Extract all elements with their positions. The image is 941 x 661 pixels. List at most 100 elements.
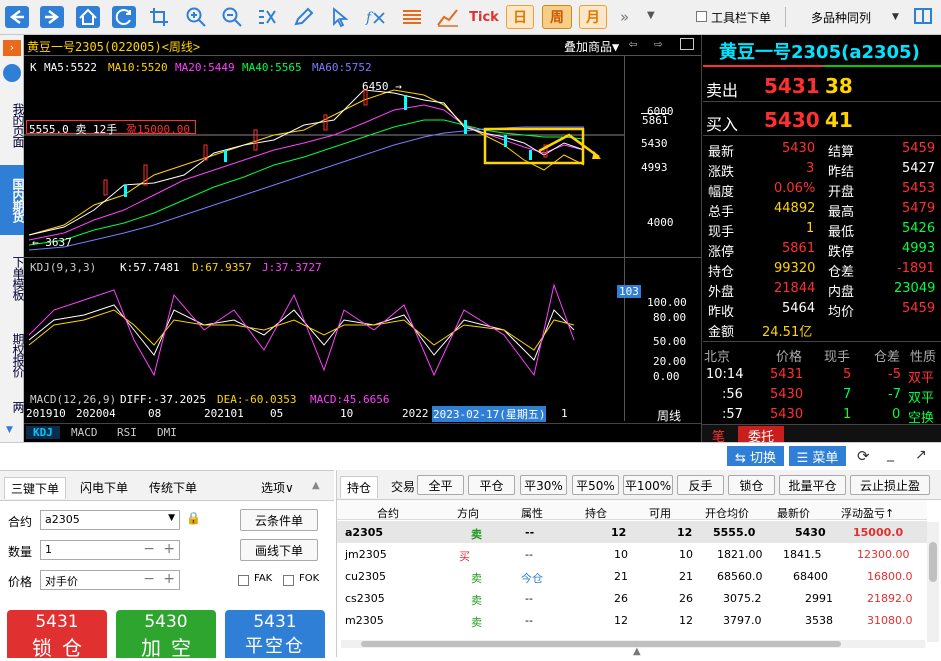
stat-label: 内盘	[828, 285, 855, 300]
stat-value: 1	[806, 221, 815, 236]
nav-options-quote[interactable]: 期权报价	[0, 325, 25, 385]
dropdown-arrow-icon[interactable]: ▼	[647, 10, 655, 21]
layout-icon[interactable]	[914, 8, 932, 24]
fak-checkbox[interactable]	[238, 575, 249, 586]
chart-prev-arrow-icon[interactable]: ⇦	[629, 36, 637, 52]
lock-button[interactable]: 锁仓	[728, 475, 775, 495]
tab-rsi[interactable]: RSI	[110, 426, 144, 439]
period-month-button[interactable]: 月	[579, 5, 607, 29]
tab-flash-order[interactable]: 闪电下单	[80, 479, 128, 496]
cloud-condition-button[interactable]: 云条件单	[240, 509, 318, 531]
multi-same-label[interactable]: 多品种同列	[811, 9, 871, 26]
period-day-button[interactable]: 日	[506, 5, 534, 29]
tab-trades[interactable]: 交易	[391, 478, 415, 495]
tab-kdj[interactable]: KDJ	[26, 426, 60, 439]
close-30-button[interactable]: 平30%	[520, 475, 567, 495]
tab-traditional-order[interactable]: 传统下单	[149, 479, 197, 496]
col-float-pnl[interactable]: 浮动盈亏↑	[841, 505, 894, 521]
close-100-button[interactable]: 平100%	[623, 475, 673, 495]
forward-icon[interactable]	[39, 5, 65, 29]
tab-macd[interactable]: MACD	[64, 426, 105, 439]
table-row[interactable]: cs2305 卖 -- 26 26 3075.2 2991 21892.0	[337, 587, 927, 609]
chart-next-arrow-icon[interactable]: ⇨	[654, 36, 662, 52]
toolbar-order-checkbox[interactable]	[696, 11, 707, 22]
contract-select[interactable]: a2305 ▼	[40, 510, 180, 530]
minimize-icon[interactable]: _	[887, 446, 894, 462]
back-icon[interactable]	[4, 5, 30, 29]
kdj-label: KDJ(9,3,3)	[30, 261, 97, 274]
tab-three-key-order[interactable]: 三键下单	[4, 477, 67, 499]
pen-icon[interactable]	[291, 5, 317, 29]
zoom-out-icon[interactable]	[219, 5, 245, 29]
lock-position-button[interactable]: 5431 锁仓	[7, 610, 107, 660]
close-button[interactable]: 平仓	[468, 475, 515, 495]
settings-gear-icon[interactable]	[3, 64, 21, 82]
expand-icon[interactable]: ↗	[915, 447, 927, 463]
nav-more[interactable]: 两	[0, 399, 25, 413]
minus-icon[interactable]: −	[143, 571, 155, 587]
refresh-small-icon[interactable]: ⟳	[857, 447, 870, 465]
multi-dropdown-icon[interactable]: ▼	[892, 12, 899, 22]
reverse-button[interactable]: 反手	[677, 475, 724, 495]
lock-icon[interactable]: 🔒	[186, 511, 201, 525]
tab-positions[interactable]: 持仓	[340, 476, 379, 498]
col-available[interactable]: 可用	[649, 505, 671, 521]
crop-icon[interactable]	[147, 5, 173, 29]
period-week-button[interactable]: 周	[542, 5, 572, 29]
close-short-button[interactable]: 5431 平空仓	[225, 610, 325, 658]
col-attribute[interactable]: 属性	[521, 505, 543, 521]
chart-area[interactable]: 黄豆一号2305(022005)<周线> 叠加商品▼ ⇦ ⇨ K MA5:552…	[24, 35, 701, 442]
draw-line-order-button[interactable]: 画线下单	[240, 539, 318, 561]
col-direction[interactable]: 方向	[457, 505, 479, 521]
tick-button[interactable]: Tick	[469, 5, 499, 29]
stat-value: 5453	[902, 181, 936, 196]
tab-dmi[interactable]: DMI	[150, 426, 184, 439]
position-profit-label: 盈15000.00	[126, 123, 190, 136]
add-short-button[interactable]: 5430 加空	[116, 610, 216, 660]
kline-icon[interactable]	[435, 5, 461, 29]
fok-checkbox[interactable]	[283, 575, 294, 586]
plus-icon[interactable]: +	[163, 541, 175, 557]
table-row[interactable]: a2305 卖 -- 12 12 5555.0 5430 15000.0	[337, 521, 927, 543]
table-row[interactable]: jm2305 买 -- 10 10 1821.00 1841.5 12300.0…	[337, 543, 927, 565]
menu-button[interactable]: ☰ 菜单	[789, 446, 846, 466]
overlay-dropdown[interactable]: 叠加商品▼	[564, 38, 619, 55]
zoom-in-icon[interactable]	[183, 5, 209, 29]
add-short-price: 5430	[144, 612, 188, 632]
nav-order-template[interactable]: 下单模板	[0, 247, 25, 309]
cell: 21	[679, 570, 693, 583]
col-last-price[interactable]: 最新价	[777, 505, 810, 521]
minus-icon[interactable]: −	[143, 541, 155, 557]
refresh-icon[interactable]	[111, 5, 137, 29]
nav-domestic-futures[interactable]: 国内期货	[0, 165, 25, 235]
table-row[interactable]: m2305 卖 -- 12 12 3797.0 3538 31080.0	[337, 609, 927, 631]
quantity-stepper[interactable]: 1 − +	[40, 540, 180, 560]
formula-icon[interactable]	[255, 5, 281, 29]
cloud-stop-button[interactable]: 云止损止盈	[850, 475, 930, 495]
vertical-scrollbar[interactable]	[927, 522, 939, 642]
collapse-arrow-icon[interactable]: ›	[3, 40, 21, 56]
close-50-button[interactable]: 平50%	[572, 475, 619, 495]
price-label: 价格	[8, 575, 33, 589]
col-holding[interactable]: 持仓	[585, 505, 607, 521]
nav-down-arrow-icon[interactable]: ▼	[6, 425, 13, 435]
collapse-up-icon[interactable]: ▲	[312, 480, 320, 491]
switch-button[interactable]: ⇆ 切换	[727, 446, 784, 466]
list-icon[interactable]	[399, 5, 425, 29]
options-dropdown[interactable]: 选项∨	[261, 479, 294, 496]
plus-icon[interactable]: +	[163, 571, 175, 587]
batch-close-button[interactable]: 批量平仓	[779, 475, 846, 495]
table-row[interactable]: cu2305 卖 今仓 21 21 68560.0 68400 16800.0	[337, 565, 927, 587]
tick-type: 双平	[908, 391, 935, 406]
more-chevron-icon[interactable]: »	[620, 8, 629, 26]
nav-my-page[interactable]: 我的页面	[0, 95, 25, 155]
fx-icon[interactable]: f	[363, 5, 389, 29]
col-open-avg[interactable]: 开仓均价	[705, 505, 749, 521]
home-icon[interactable]	[75, 5, 101, 29]
expand-up-icon[interactable]: ▲	[633, 646, 641, 657]
cursor-icon[interactable]	[327, 5, 353, 29]
col-contract[interactable]: 合约	[377, 505, 399, 521]
close-all-button[interactable]: 全平	[417, 475, 464, 495]
chart-layout-icon[interactable]	[680, 38, 694, 50]
price-stepper[interactable]: 对手价 − +	[40, 570, 180, 590]
